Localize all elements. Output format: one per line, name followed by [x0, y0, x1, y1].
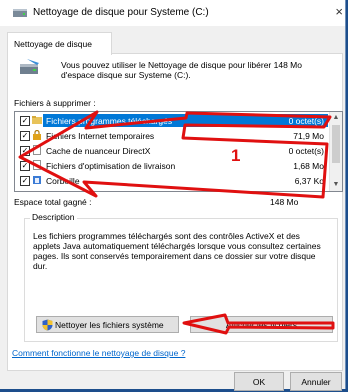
clean-system-files-button[interactable]: Nettoyer les fichiers système [36, 316, 179, 333]
show-files-button[interactable]: Afficher les fichiers [190, 316, 333, 333]
checkbox[interactable]: ✓ [20, 161, 30, 171]
file-category-name: Corbeille [46, 176, 80, 186]
file-category-name: Fichiers d'optimisation de livraison [46, 161, 176, 171]
files-to-delete-label: Fichiers à supprimer : [14, 98, 96, 108]
file-category-size: 0 octet(s) [288, 146, 324, 156]
uac-shield-icon [42, 319, 53, 331]
files-list[interactable]: ✓ Fichiers programmes téléchargés 0 octe… [14, 111, 343, 192]
list-item[interactable]: ✓ Fichiers programmes téléchargés 0 octe… [15, 114, 328, 127]
checkbox[interactable]: ✓ [20, 131, 30, 141]
checkbox[interactable]: ✓ [20, 176, 30, 186]
scroll-thumb[interactable] [332, 125, 340, 163]
tab-disk-cleanup[interactable]: Nettoyage de disque [7, 32, 112, 55]
intro-text: Vous pouvez utiliser le Nettoyage de dis… [61, 60, 302, 80]
scroll-up-icon[interactable]: ▲ [330, 112, 342, 124]
annotation-number: 1 [231, 146, 241, 165]
ok-button[interactable]: OK [234, 372, 284, 391]
checkbox[interactable]: ✓ [20, 146, 30, 156]
space-gained-value: 148 Mo [270, 197, 299, 207]
description-text: Les fichiers programmes téléchargés sont… [33, 231, 321, 271]
tab-label: Nettoyage de disque [14, 39, 92, 49]
space-gained-label: Espace total gagné : [14, 197, 92, 207]
list-item[interactable]: ✓ Fichiers Internet temporaires 71,9 Mo [15, 129, 328, 142]
file-icon [33, 145, 41, 155]
file-category-name: Fichiers Internet temporaires [46, 131, 155, 141]
list-scrollbar[interactable]: ▲ ▼ [329, 112, 342, 191]
disk-cleanup-window: Nettoyage de disque pour Systeme (C:) × … [0, 0, 346, 391]
close-icon[interactable]: × [335, 4, 343, 19]
recycle-bin-icon [33, 176, 41, 184]
cancel-button[interactable]: Annuler [290, 372, 342, 391]
file-category-size: 0 octet(s) [288, 116, 324, 126]
lock-icon [33, 130, 41, 140]
file-category-name: Fichiers programmes téléchargés [46, 116, 173, 126]
scroll-down-icon[interactable]: ▼ [330, 179, 342, 191]
list-item[interactable]: ✓ Corbeille 6,37 Ko [15, 174, 328, 187]
help-link[interactable]: Comment fonctionne le nettoyage de disqu… [12, 348, 185, 358]
title-bar: Nettoyage de disque pour Systeme (C:) × [0, 0, 345, 26]
file-category-size: 6,37 Ko [294, 176, 324, 186]
window-title: Nettoyage de disque pour Systeme (C:) [33, 7, 209, 18]
disk-cleanup-icon [20, 59, 39, 74]
clean-system-files-label: Nettoyer les fichiers système [55, 320, 164, 330]
description-legend: Description [30, 212, 77, 222]
drive-icon [13, 9, 27, 17]
file-icon [33, 160, 41, 170]
list-item[interactable]: ✓ Fichiers d'optimisation de livraison 1… [15, 159, 328, 172]
file-category-size: 71,9 Mo [293, 131, 324, 141]
file-category-size: 1,68 Mo [293, 161, 324, 171]
checkbox[interactable]: ✓ [20, 116, 30, 126]
folder-icon [32, 116, 42, 124]
list-item[interactable]: ✓ Cache de nuanceur DirectX 0 octet(s) [15, 144, 328, 157]
file-category-name: Cache de nuanceur DirectX [46, 146, 151, 156]
